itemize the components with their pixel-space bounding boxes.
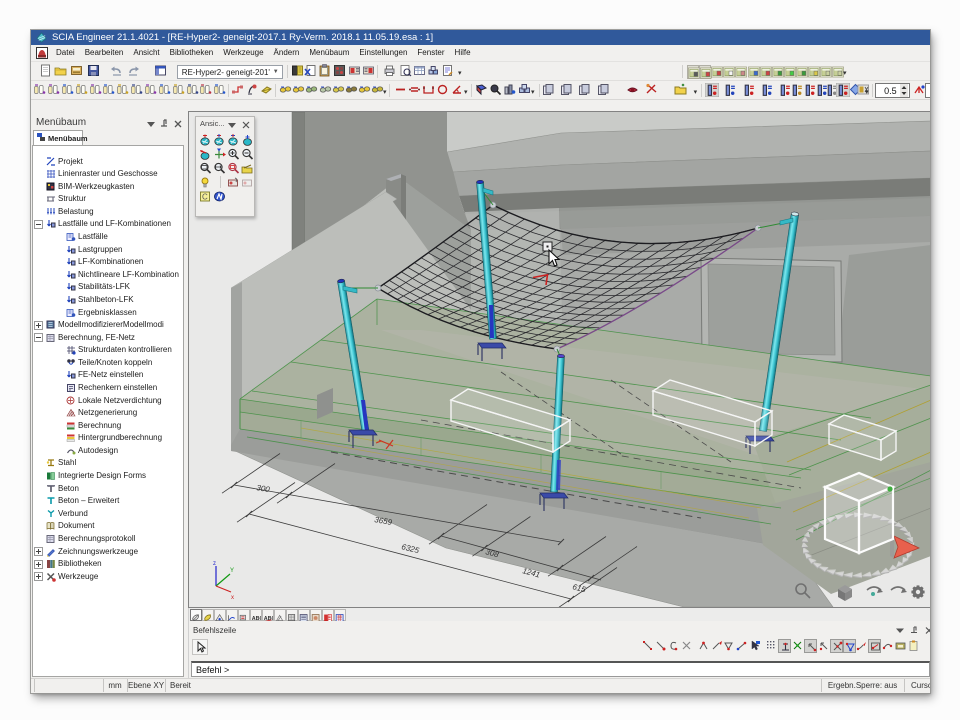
svg-text:x: x [231,595,234,601]
svg-text:Y: Y [230,568,234,574]
svg-text:C: C [202,193,208,202]
svg-text:z: z [213,561,216,567]
